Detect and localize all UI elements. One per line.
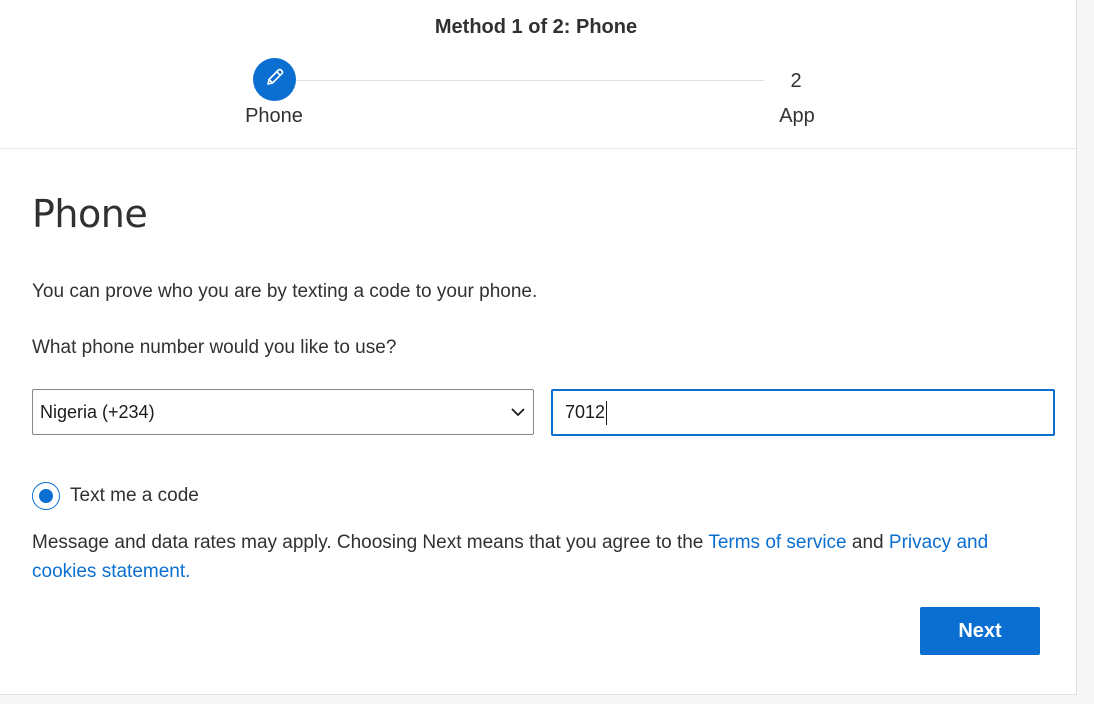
right-gutter (1077, 0, 1094, 704)
step-2-label: App (779, 105, 815, 127)
text-me-code-option[interactable]: Text me a code (32, 480, 199, 512)
description-text: You can prove who you are by texting a c… (32, 281, 538, 302)
text-me-code-label[interactable]: Text me a code (70, 485, 199, 507)
pencil-icon (264, 66, 286, 93)
legal-text-middle: and (846, 532, 889, 553)
step-2-number: 2 (790, 70, 802, 92)
page: Method 1 of 2: Phone Phone 2 App Phone Y… (0, 0, 1094, 704)
page-title: Phone (32, 192, 148, 236)
chevron-down-icon (509, 403, 527, 421)
step-1-indicator (253, 58, 296, 101)
stepper-header: Method 1 of 2: Phone Phone 2 App (0, 0, 1076, 149)
method-title: Method 1 of 2: Phone (434, 16, 638, 38)
country-code-value: Nigeria (+234) (40, 401, 155, 422)
step-1-label: Phone (245, 105, 303, 127)
bottom-gutter (0, 695, 1077, 704)
phone-number-input[interactable]: 7012 (551, 389, 1055, 436)
country-code-select[interactable]: Nigeria (+234) (32, 389, 534, 435)
legal-text-before: Message and data rates may apply. Choosi… (32, 532, 709, 553)
phone-number-value: 7012 (565, 402, 606, 422)
setup-card: Method 1 of 2: Phone Phone 2 App Phone Y… (0, 0, 1077, 695)
text-cursor (606, 400, 608, 425)
text-me-code-radio[interactable] (32, 482, 60, 510)
next-button[interactable]: Next (920, 607, 1040, 655)
legal-notice: Message and data rates may apply. Choosi… (32, 528, 1052, 586)
stepper-progress-line (296, 80, 764, 81)
terms-of-service-link[interactable]: Terms of service (708, 532, 846, 553)
radio-selected-dot (39, 489, 53, 503)
phone-question-label: What phone number would you like to use? (32, 337, 397, 358)
